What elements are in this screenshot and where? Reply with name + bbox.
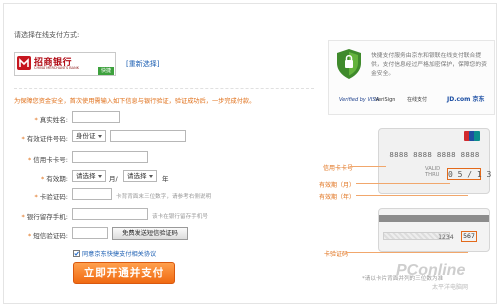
quick-pay-tag: 快捷 [98, 67, 114, 75]
verified-by-visa-badge: Verified by VISA [339, 97, 379, 103]
send-sms-button[interactable]: 免费发送短信验证码 [112, 227, 188, 240]
card-number-input[interactable] [72, 151, 148, 163]
bank-name-en: CHINA MERCHANTS BANK [34, 66, 79, 70]
sms-code-input[interactable] [72, 227, 108, 239]
callout-line [356, 195, 468, 196]
expiry-label: * 有效期: [40, 175, 68, 183]
cmb-logo-icon [17, 56, 31, 70]
real-name-label: * 真实姓名: [34, 116, 68, 124]
year-unit: 年 [162, 175, 169, 183]
month-unit: 月/ [109, 175, 118, 183]
magnetic-strip [379, 215, 489, 222]
chevron-down-icon [149, 175, 153, 178]
callout-line [346, 252, 468, 253]
expiry-year-select[interactable]: 请选择 [123, 170, 157, 182]
real-name-input[interactable] [72, 111, 120, 123]
id-type-select[interactable]: 身份证 [72, 130, 106, 142]
page-title: 请选择在线支付方式: [14, 31, 80, 39]
trust-badges: Verified by VISA VeriSign 在线支付 JD.com 京东 [339, 94, 489, 108]
cvv-callout: 卡验证码 [324, 251, 349, 258]
online-pay-badge: 在线支付 [407, 97, 428, 103]
id-number-input[interactable] [110, 130, 186, 142]
security-notice: 为保障您资金安全，首次使用需输入如下信息与银行验证，验证成功后，一步完成付款。 [14, 98, 256, 105]
card-number-callout: 信用卡卡号 [323, 165, 354, 172]
demo-card-number: 8888 8888 8888 8888 [389, 150, 480, 159]
cvv-hint: 卡背背面末三位数字，请参考右侧说明 [116, 194, 212, 200]
sms-code-label: * 短信验证码: [27, 232, 68, 240]
demo-expiry: 0 5 / 1 3 [448, 170, 492, 179]
expiry-month-select[interactable]: 请选择 [72, 170, 106, 182]
reselect-bank-link[interactable]: [重新选择] [126, 59, 159, 69]
callout-line [350, 166, 386, 167]
agree-checkbox[interactable] [73, 250, 80, 257]
phone-input[interactable] [72, 208, 148, 220]
security-info-text: 快捷支付服务由京东和银联在线支付联合提供，支付信息经过严格加密保护，保障您的资金… [371, 53, 487, 77]
demo-back-number: 1234 [438, 233, 454, 241]
card-number-label: * 信用卡卡号: [27, 156, 68, 164]
unionpay-icon [464, 131, 480, 141]
submit-button[interactable]: 立即开通并支付 [73, 262, 175, 284]
phone-hint: 该卡在银行留存手机号 [152, 214, 208, 220]
expiry-year-callout: 有效期（年） [319, 194, 356, 201]
id-number-label: * 有效证件号码: [21, 135, 68, 143]
cvv-label: * 卡验证码: [34, 193, 68, 201]
phone-label: * 银行留存手机: [21, 213, 68, 221]
verisign-badge: VeriSign [375, 97, 396, 103]
chevron-down-icon [98, 175, 102, 178]
watermark: PConline [396, 262, 466, 279]
callout-line [356, 183, 450, 184]
cvv-input[interactable] [72, 188, 112, 200]
divider [14, 88, 314, 89]
agreement-link[interactable]: 同意京东快捷支付相关协议 [82, 249, 156, 258]
chevron-down-icon [98, 135, 102, 138]
jd-badge: JD.com 京东 [447, 96, 485, 103]
expiry-month-callout: 有效期（月） [319, 182, 356, 189]
demo-cvv: 567 [461, 231, 477, 242]
shield-icon [336, 48, 362, 82]
valid-thru-label: VALID THRU [425, 166, 441, 178]
watermark-sub: 太平洋电脑网 [432, 284, 469, 291]
